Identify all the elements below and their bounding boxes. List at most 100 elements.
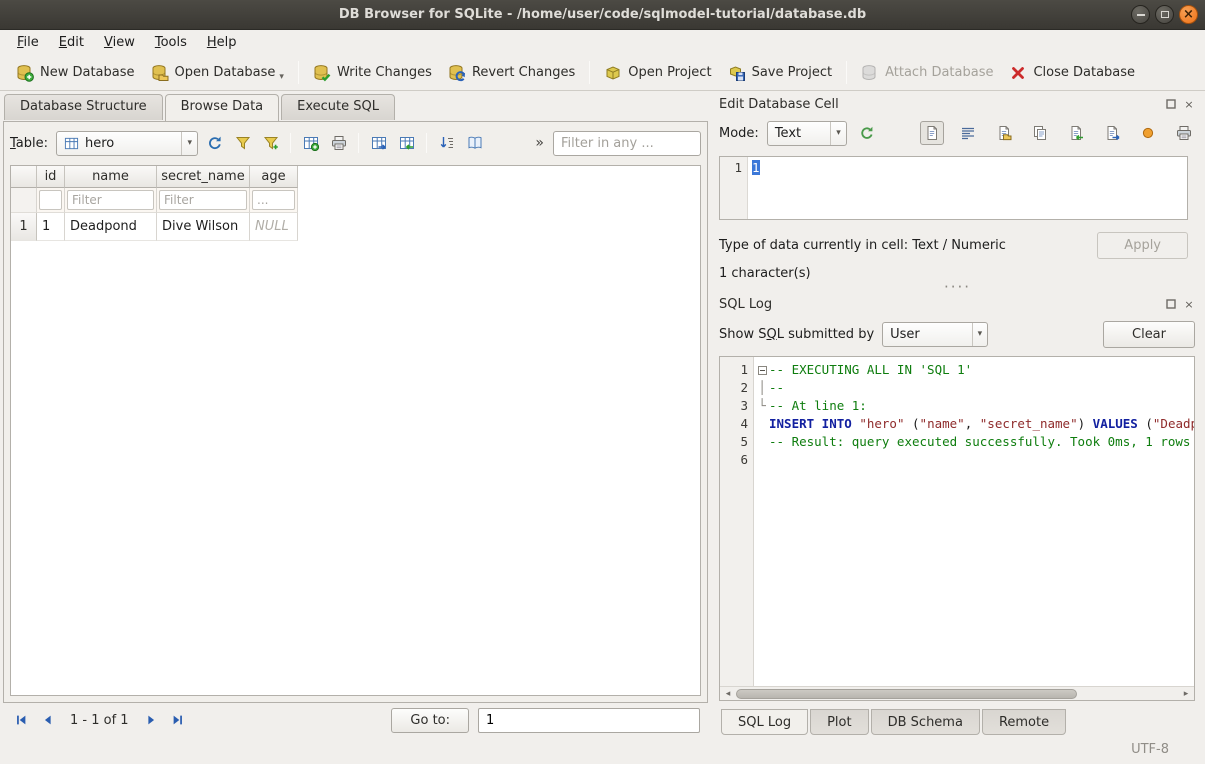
filter-cell-age xyxy=(250,188,298,213)
panel-splitter[interactable]: ···· xyxy=(719,281,1196,294)
save-filter-button[interactable] xyxy=(258,131,283,156)
float-panel-icon[interactable] xyxy=(1164,297,1178,311)
cell-secret_name[interactable]: Dive Wilson xyxy=(157,213,250,241)
clear-filters-button[interactable] xyxy=(230,131,255,156)
close-panel-icon[interactable]: × xyxy=(1182,297,1196,311)
log-text: ( xyxy=(1138,416,1153,431)
text-view-button[interactable] xyxy=(920,121,944,145)
auto-switch-mode-button[interactable] xyxy=(855,121,880,146)
chevron-down-icon[interactable]: ▾ xyxy=(279,72,284,82)
copy-data-button[interactable] xyxy=(1028,121,1052,145)
revert-changes-button[interactable]: Revert Changes xyxy=(440,60,583,86)
app-window: DB Browser for SQLite - /home/user/code/… xyxy=(0,0,1205,764)
fold-box-icon[interactable] xyxy=(758,366,767,375)
first-page-button[interactable] xyxy=(9,709,33,731)
scrollbar-thumb[interactable] xyxy=(736,689,1077,699)
sql-log-view[interactable]: 123456 -- EXECUTING ALL IN 'SQL 1'│--└--… xyxy=(719,356,1195,701)
sort-button[interactable] xyxy=(434,131,459,156)
last-page-button[interactable] xyxy=(166,709,190,731)
dock-tab-sql-log[interactable]: SQL Log xyxy=(721,709,808,735)
next-page-button[interactable] xyxy=(139,709,163,731)
filter-input-age[interactable] xyxy=(252,190,295,210)
cell-id[interactable]: 1 xyxy=(37,213,65,241)
log-text: ) xyxy=(1078,416,1093,431)
refresh-icon xyxy=(206,134,224,152)
menu-file[interactable]: File xyxy=(8,32,48,53)
fold-marker[interactable] xyxy=(755,361,769,379)
doc-export-icon xyxy=(1103,124,1121,142)
word-wrap-button[interactable] xyxy=(956,121,980,145)
dictionary-button[interactable] xyxy=(462,131,487,156)
tab-browse-data[interactable]: Browse Data xyxy=(165,94,280,121)
open-project-button-label: Open Project xyxy=(628,65,711,80)
open-database-icon xyxy=(151,64,169,82)
cell-editor-content[interactable]: 1 xyxy=(748,157,1187,219)
column-header-age[interactable]: age xyxy=(250,166,298,188)
tab-execute-sql[interactable]: Execute SQL xyxy=(281,94,395,120)
apply-button[interactable]: Apply xyxy=(1097,232,1188,259)
main-content: Database StructureBrowse DataExecute SQL… xyxy=(0,91,1205,735)
float-panel-icon[interactable] xyxy=(1164,97,1178,111)
main-toolbar: New DatabaseOpen Database▾ Write Changes R… xyxy=(0,55,1205,91)
menu-edit[interactable]: Edit xyxy=(50,32,93,53)
save-project-button[interactable]: Save Project xyxy=(720,60,841,86)
open-database-button[interactable]: Open Database▾ xyxy=(143,60,292,86)
minimize-button[interactable] xyxy=(1131,5,1150,24)
open-project-button[interactable]: Open Project xyxy=(596,60,719,86)
clear-button[interactable]: Clear xyxy=(1103,321,1195,348)
filter-any-input[interactable] xyxy=(553,131,701,156)
dock-tab-remote[interactable]: Remote xyxy=(982,709,1066,735)
log-gutter: 123456 xyxy=(720,357,754,700)
export-data-button[interactable] xyxy=(1100,121,1124,145)
row-number[interactable]: 1 xyxy=(11,213,37,241)
grid-filter-row xyxy=(11,188,700,213)
print-button[interactable] xyxy=(326,131,351,156)
funnel-icon xyxy=(234,134,252,152)
column-header-name[interactable]: name xyxy=(65,166,157,188)
goto-button[interactable]: Go to: xyxy=(391,708,469,733)
write-changes-button[interactable]: Write Changes xyxy=(305,60,440,86)
refresh-button[interactable] xyxy=(202,131,227,156)
table-combobox[interactable]: hero ▾ xyxy=(56,131,198,156)
import-data-button[interactable] xyxy=(1064,121,1088,145)
maximize-button[interactable] xyxy=(1155,5,1174,24)
sql-source-combobox[interactable]: User ▾ xyxy=(882,322,988,347)
new-database-button[interactable]: New Database xyxy=(8,60,143,86)
import-record-button[interactable] xyxy=(394,131,419,156)
horizontal-scrollbar[interactable]: ◂ ▸ xyxy=(720,686,1194,700)
close-panel-icon[interactable]: × xyxy=(1182,97,1196,111)
set-null-button[interactable] xyxy=(1136,121,1160,145)
close-window-button[interactable]: × xyxy=(1179,5,1198,24)
write-changes-button-label: Write Changes xyxy=(337,65,432,80)
cell-age[interactable]: NULL xyxy=(250,213,298,241)
cell-editor[interactable]: 1 1 xyxy=(719,156,1188,220)
scroll-left-icon[interactable]: ◂ xyxy=(720,687,736,701)
previous-page-button[interactable] xyxy=(36,709,60,731)
new-record-button[interactable] xyxy=(298,131,323,156)
scroll-right-icon[interactable]: ▸ xyxy=(1178,687,1194,701)
window-title: DB Browser for SQLite - /home/user/code/… xyxy=(0,7,1205,22)
open-data-button[interactable] xyxy=(992,121,1016,145)
tab-database-structure[interactable]: Database Structure xyxy=(4,94,163,120)
filter-input-secret_name[interactable] xyxy=(159,190,247,210)
filter-input-id[interactable] xyxy=(39,190,62,210)
table-label: Table: xyxy=(10,136,48,151)
dock-tab-plot[interactable]: Plot xyxy=(810,709,869,735)
column-header-secret_name[interactable]: secret_name xyxy=(157,166,250,188)
mode-combobox[interactable]: Text ▾ xyxy=(767,121,847,146)
log-text: "secret_name" xyxy=(980,416,1078,431)
toolbar-overflow-chevron[interactable]: » xyxy=(530,135,549,151)
goto-input[interactable] xyxy=(478,708,700,733)
cell-name[interactable]: Deadpond xyxy=(65,213,157,241)
export-record-button[interactable] xyxy=(366,131,391,156)
menu-view[interactable]: View xyxy=(95,32,144,53)
close-database-button[interactable]: Close Database xyxy=(1001,60,1143,86)
menu-tools[interactable]: Tools xyxy=(146,32,196,53)
title-bar[interactable]: DB Browser for SQLite - /home/user/code/… xyxy=(0,0,1205,30)
column-header-id[interactable]: id xyxy=(37,166,65,188)
chevron-down-icon: ▾ xyxy=(972,323,983,346)
menu-help[interactable]: Help xyxy=(198,32,246,53)
print-cell-button[interactable] xyxy=(1172,121,1196,145)
filter-input-name[interactable] xyxy=(67,190,154,210)
dock-tab-db-schema[interactable]: DB Schema xyxy=(871,709,980,735)
